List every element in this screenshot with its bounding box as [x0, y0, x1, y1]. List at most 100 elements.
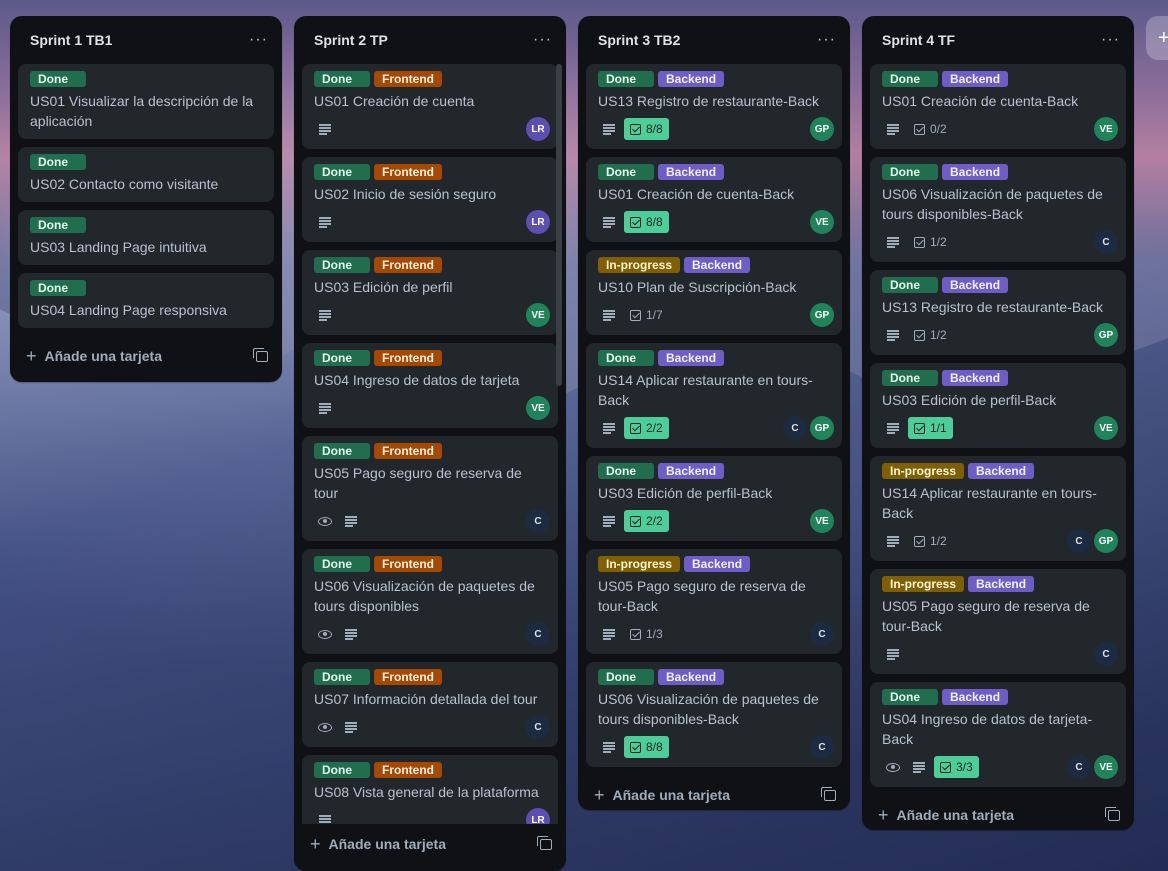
- card-label-done[interactable]: Done: [30, 154, 86, 170]
- card[interactable]: In-progress Backend US10 Plan de Suscripci…: [586, 250, 842, 335]
- card-label-done[interactable]: Done: [30, 280, 86, 296]
- card[interactable]: Done Frontend US01 Creación de cuenta LR: [302, 64, 558, 149]
- card-label-backend[interactable]: Backend: [658, 164, 725, 180]
- card-label-in-progress[interactable]: In-progress: [882, 463, 965, 479]
- avatar[interactable]: C: [526, 715, 550, 739]
- card-label-done[interactable]: Done: [314, 443, 370, 459]
- card-label-frontend[interactable]: Frontend: [374, 443, 442, 459]
- card-label-frontend[interactable]: Frontend: [374, 164, 442, 180]
- list-title[interactable]: Sprint 3 TB2: [598, 32, 680, 48]
- card-label-frontend[interactable]: Frontend: [374, 762, 442, 778]
- avatar[interactable]: C: [810, 622, 834, 646]
- card[interactable]: In-progress Backend US14 Aplicar restauran…: [870, 456, 1126, 561]
- avatar[interactable]: C: [1094, 230, 1118, 254]
- avatar[interactable]: VE: [526, 396, 550, 420]
- card[interactable]: Done Backend US06 Visualización de paquete…: [870, 157, 1126, 262]
- card-label-frontend[interactable]: Frontend: [374, 556, 442, 572]
- card-label-backend[interactable]: Backend: [968, 576, 1035, 592]
- avatar[interactable]: GP: [810, 416, 834, 440]
- avatar[interactable]: VE: [810, 210, 834, 234]
- card[interactable]: In-progress Backend US05 Pago seguro de re…: [586, 549, 842, 654]
- add-card-button[interactable]: + Añade una tarjeta: [26, 346, 162, 367]
- card-label-backend[interactable]: Backend: [942, 71, 1009, 87]
- avatar[interactable]: GP: [810, 303, 834, 327]
- card-label-backend[interactable]: Backend: [658, 463, 725, 479]
- card[interactable]: Done Backend US01 Creación de cuenta-Back 8…: [586, 157, 842, 242]
- card-label-done[interactable]: Done: [598, 350, 654, 366]
- card[interactable]: Done US02 Contacto como visitante: [18, 147, 274, 202]
- card-label-done[interactable]: Done: [314, 350, 370, 366]
- card-label-frontend[interactable]: Frontend: [374, 71, 442, 87]
- list-title[interactable]: Sprint 4 TF: [882, 32, 955, 48]
- card[interactable]: Done Frontend US06 Visualización de paquet…: [302, 549, 558, 654]
- card-label-done[interactable]: Done: [882, 164, 938, 180]
- card-label-done[interactable]: Done: [882, 71, 938, 87]
- card[interactable]: Done Frontend US02 Inicio de sesión seguro…: [302, 157, 558, 242]
- card-template-icon[interactable]: [537, 835, 552, 850]
- add-card-button[interactable]: + Añade una tarjeta: [310, 834, 446, 855]
- card[interactable]: Done US04 Landing Page responsiva: [18, 273, 274, 328]
- avatar[interactable]: LR: [526, 117, 550, 141]
- card-label-backend[interactable]: Backend: [942, 164, 1009, 180]
- list-scrollbar[interactable]: [556, 64, 562, 386]
- card-label-backend[interactable]: Backend: [684, 257, 751, 273]
- avatar[interactable]: GP: [810, 117, 834, 141]
- avatar[interactable]: VE: [1094, 755, 1118, 779]
- avatar[interactable]: C: [1067, 755, 1091, 779]
- avatar[interactable]: LR: [526, 808, 550, 824]
- avatar[interactable]: C: [1094, 642, 1118, 666]
- card-label-backend[interactable]: Backend: [968, 463, 1035, 479]
- card-label-done[interactable]: Done: [598, 463, 654, 479]
- card-label-done[interactable]: Done: [314, 556, 370, 572]
- card-label-frontend[interactable]: Frontend: [374, 350, 442, 366]
- card-label-done[interactable]: Done: [598, 164, 654, 180]
- avatar[interactable]: C: [810, 735, 834, 759]
- card-label-frontend[interactable]: Frontend: [374, 669, 442, 685]
- card-label-done[interactable]: Done: [882, 277, 938, 293]
- card[interactable]: Done Frontend US05 Pago seguro de reserva …: [302, 436, 558, 541]
- card-label-backend[interactable]: Backend: [658, 350, 725, 366]
- list-menu-icon[interactable]: ···: [817, 31, 836, 49]
- list-menu-icon[interactable]: ···: [533, 31, 552, 49]
- card-label-in-progress[interactable]: In-progress: [598, 257, 681, 273]
- avatar[interactable]: VE: [1094, 117, 1118, 141]
- card-label-done[interactable]: Done: [598, 669, 654, 685]
- card[interactable]: Done Backend US14 Aplicar restaurante en t…: [586, 343, 842, 448]
- card-label-done[interactable]: Done: [30, 71, 86, 87]
- card-label-done[interactable]: Done: [314, 762, 370, 778]
- card[interactable]: Done Frontend US07 Información detallada d…: [302, 662, 558, 747]
- avatar[interactable]: C: [1067, 529, 1091, 553]
- card[interactable]: Done Backend US03 Edición de perfil-Back 1/…: [870, 363, 1126, 448]
- add-list-button[interactable]: +: [1146, 16, 1168, 60]
- card-label-done[interactable]: Done: [30, 217, 86, 233]
- avatar[interactable]: VE: [526, 303, 550, 327]
- card-label-done[interactable]: Done: [314, 257, 370, 273]
- avatar[interactable]: C: [526, 622, 550, 646]
- card-template-icon[interactable]: [821, 786, 836, 801]
- list-menu-icon[interactable]: ···: [249, 31, 268, 49]
- card-template-icon[interactable]: [253, 347, 268, 362]
- card-label-backend[interactable]: Backend: [942, 370, 1009, 386]
- card-label-backend[interactable]: Backend: [658, 669, 725, 685]
- card[interactable]: Done Backend US04 Ingreso de datos de tarj…: [870, 682, 1126, 787]
- list-menu-icon[interactable]: ···: [1101, 31, 1120, 49]
- card[interactable]: Done Backend US13 Registro de restaurante-…: [586, 64, 842, 149]
- card[interactable]: Done Backend US06 Visualización de paquete…: [586, 662, 842, 767]
- avatar[interactable]: LR: [526, 210, 550, 234]
- card[interactable]: Done Backend US03 Edición de perfil-Back 2/…: [586, 456, 842, 541]
- card-label-backend[interactable]: Backend: [942, 689, 1009, 705]
- avatar[interactable]: GP: [1094, 529, 1118, 553]
- add-card-button[interactable]: + Añade una tarjeta: [594, 785, 730, 806]
- avatar[interactable]: VE: [1094, 416, 1118, 440]
- avatar[interactable]: C: [526, 509, 550, 533]
- card[interactable]: Done Backend US01 Creación de cuenta-Back 0…: [870, 64, 1126, 149]
- card-label-backend[interactable]: Backend: [658, 71, 725, 87]
- card-label-done[interactable]: Done: [314, 164, 370, 180]
- card[interactable]: Done Frontend US03 Edición de perfil VE: [302, 250, 558, 335]
- card-label-done[interactable]: Done: [314, 669, 370, 685]
- card-template-icon[interactable]: [1105, 806, 1120, 821]
- card-label-done[interactable]: Done: [882, 370, 938, 386]
- card-label-in-progress[interactable]: In-progress: [882, 576, 965, 592]
- add-card-button[interactable]: + Añade una tarjeta: [878, 805, 1014, 826]
- card[interactable]: Done Frontend US04 Ingreso de datos de tar…: [302, 343, 558, 428]
